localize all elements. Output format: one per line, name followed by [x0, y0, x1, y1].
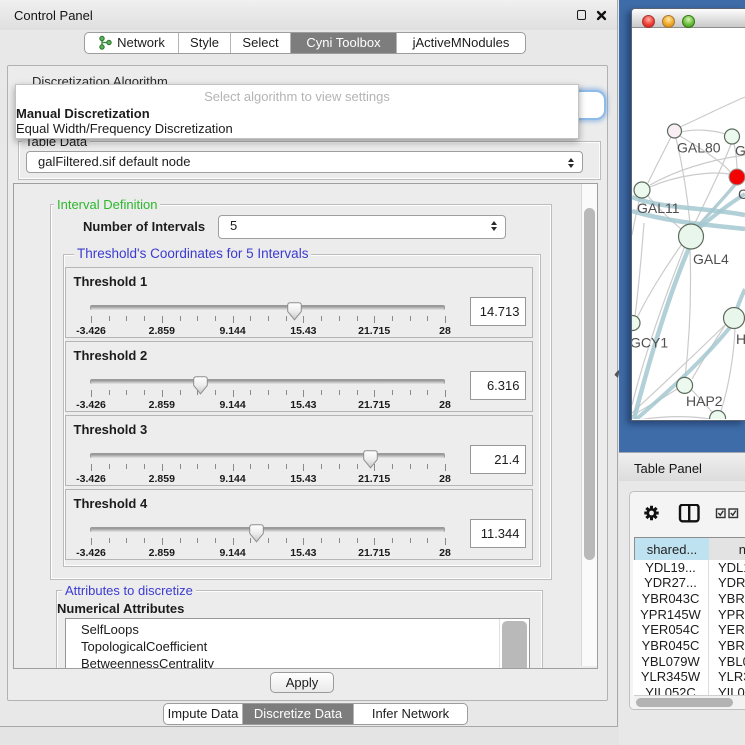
svg-text:CD: CD [738, 186, 745, 202]
svg-text:GAL11: GAL11 [637, 200, 680, 216]
svg-text:HAP2: HAP2 [686, 393, 723, 409]
svg-text:GCY1: GCY1 [632, 335, 668, 351]
svg-text:GAL80: GAL80 [677, 140, 721, 156]
svg-text:GAL4: GAL4 [693, 251, 729, 267]
svg-text:GAL80: GAL80 [735, 143, 745, 159]
svg-text:H: H [736, 331, 745, 347]
